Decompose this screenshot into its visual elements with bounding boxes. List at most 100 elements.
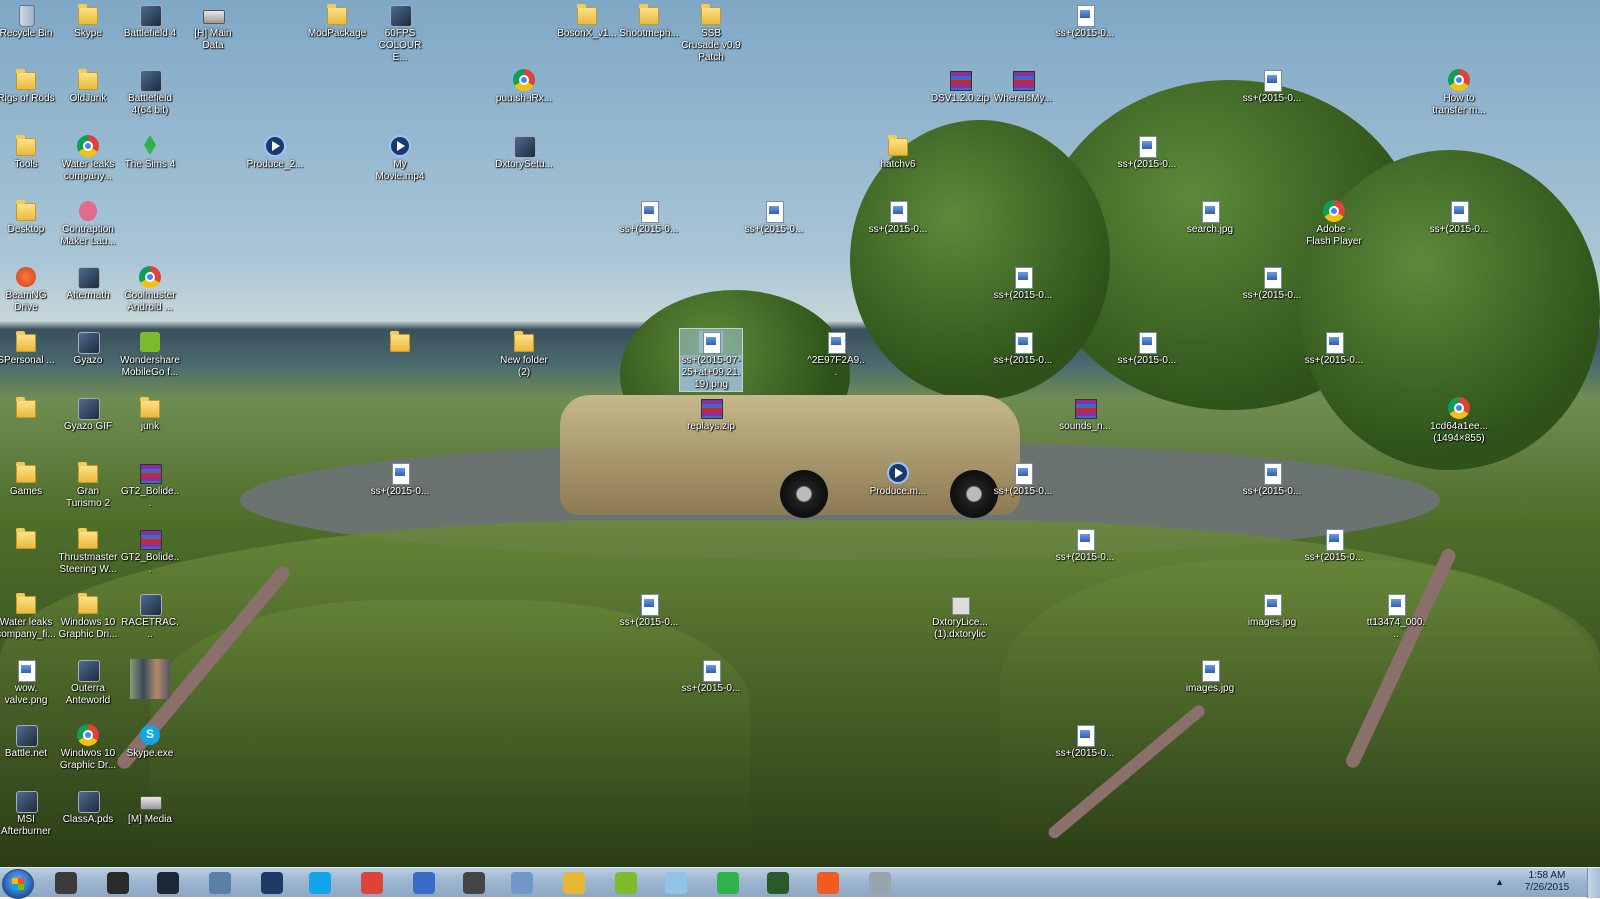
desktop-icon-modpackage[interactable]: ModPackage [306, 2, 368, 40]
desktop-icon-ss-r11-c11[interactable]: ss+(2015-0... [680, 657, 742, 695]
desktop-icon-produce-m[interactable]: Produce.m... [867, 460, 929, 498]
taskbar-button-steam[interactable] [146, 870, 190, 896]
desktop-icon-ss-r4-c10[interactable]: ss+(2015-0... [618, 198, 680, 236]
desktop-icon-blank-folder-2[interactable] [0, 395, 57, 421]
desktop-icon-thumb-image[interactable] [119, 657, 181, 701]
desktop-icon-recycle-bin[interactable]: Recycle Bin [0, 2, 57, 40]
taskbar-button-chrome[interactable] [350, 870, 394, 896]
desktop-icon-my-movie[interactable]: My Movie.mp4 [369, 133, 431, 183]
desktop-icon-outerra[interactable]: Outerra Anteworld [57, 657, 119, 707]
taskbar-button-beamng[interactable] [806, 870, 850, 896]
desktop-icon-images-jpg-2[interactable]: images.jpg [1179, 657, 1241, 695]
desktop-icon-ss-r9-c17[interactable]: ss+(2015-0... [1054, 526, 1116, 564]
desktop-icon-blank-folder-3[interactable] [0, 526, 57, 552]
desktop-icon-ss-r4-c12[interactable]: ss+(2015-0... [743, 198, 805, 236]
desktop-icon-whereismy[interactable]: WhereIsMy... [992, 67, 1054, 105]
taskbar-button-steam-alt[interactable] [44, 870, 88, 896]
desktop-icon-ss-selected[interactable]: ss+(2015-07-25+at+09.21.19).png [679, 328, 743, 392]
desktop-icon-beamng[interactable]: BeamNG Drive [0, 264, 57, 314]
desktop-icon-ss-r6-c16[interactable]: ss+(2015-0... [992, 329, 1054, 367]
desktop-icon-2e97f2a9[interactable]: ^2E97F2A9... [805, 329, 867, 379]
desktop-icon-tt13474[interactable]: tt13474_000... [1365, 591, 1427, 641]
desktop-icon-dsv1[interactable]: DSV1.2.0.zip [929, 67, 991, 105]
desktop-icon-main-data[interactable]: [H] Main Data [182, 2, 244, 52]
taskbar-button-obs[interactable] [96, 870, 140, 896]
desktop-icon-ss-r9-c21[interactable]: ss+(2015-0... [1303, 526, 1365, 564]
desktop-icon-gt2-bolide-2[interactable]: GT2_Bolide... [119, 526, 181, 576]
desktop-icon-aftermath[interactable]: Aftermath [57, 264, 119, 302]
desktop-icon-ss-r5-c16[interactable]: ss+(2015-0... [992, 264, 1054, 302]
taskbar-button-paint[interactable] [654, 870, 698, 896]
desktop-icon-shootmeph[interactable]: Shootmeph... [618, 2, 680, 40]
desktop-icon-skype-exe[interactable]: Skype.exe [119, 722, 181, 760]
desktop-icon-blank-folder[interactable] [369, 329, 431, 355]
desktop-icon-battlefield4[interactable]: Battlefield 4 [119, 2, 181, 40]
desktop-icon-oldjunk[interactable]: OldJunk [57, 67, 119, 105]
desktop-icon-battlefield4-64[interactable]: Battlefield 4(64 bit) [119, 67, 181, 117]
desktop-icon-water-leaks-fi[interactable]: Water leaks company_fi... [0, 591, 57, 641]
desktop-icon-desktop-folder[interactable]: Desktop [0, 198, 57, 236]
desktop-icon-water-leaks-company[interactable]: Water leaks company... [57, 133, 119, 183]
desktop-icon-replays-zip[interactable]: replays.zip [680, 395, 742, 433]
desktop-icon-the-sims-4[interactable]: The Sims 4 [119, 133, 181, 171]
desktop-icon-60fps[interactable]: 60FPS COLOUR E... [369, 2, 431, 64]
start-button[interactable] [2, 869, 34, 899]
taskbar-button-disc[interactable] [858, 870, 902, 896]
desktop-icon-ss-r4-c23[interactable]: ss+(2015-0... [1428, 198, 1490, 236]
desktop-icon-dxtory-ce[interactable]: DxtoryLice... (1).dxtorylic [929, 591, 991, 641]
desktop-icon-ss-r10-c10[interactable]: ss+(2015-0... [618, 591, 680, 629]
desktop-icon-games[interactable]: Games [0, 460, 57, 498]
desktop-icon-ss-r5-c20[interactable]: ss+(2015-0... [1241, 264, 1303, 302]
desktop-icon-coolmuster[interactable]: Coolmuster Android ... [119, 264, 181, 314]
taskbar-button-camera[interactable] [452, 870, 496, 896]
taskbar-button-skype[interactable] [298, 870, 342, 896]
desktop-icon-adobe-flash[interactable]: Adobe - Flash Player [1303, 198, 1365, 248]
desktop-icon-gran-turismo[interactable]: Gran Turismo 2 [57, 460, 119, 510]
taskbar-button-xbox[interactable] [706, 870, 750, 896]
desktop-icon-junk[interactable]: junk [119, 395, 181, 433]
desktop-icon-tools[interactable]: Tools [0, 133, 57, 171]
desktop-icon-contraption-maker[interactable]: Contraption Maker Lau... [57, 198, 119, 248]
desktop-icon-skype-folder[interactable]: Skype [57, 2, 119, 40]
desktop-icon-ss-r3-c18[interactable]: ss+(2015-0... [1116, 133, 1178, 171]
desktop-icon-produce-2[interactable]: Produce_2... [244, 133, 306, 171]
desktop-icon-chrome-1cd64[interactable]: 1cd64a1ee... (1494×855) [1428, 395, 1490, 445]
desktop-icon-gyazo-gif[interactable]: Gyazo GIF [57, 395, 119, 433]
desktop-icon-how-to-transfer[interactable]: How to transfer m... [1428, 67, 1490, 117]
desktop-icon-m-media[interactable]: [M] Media [119, 788, 181, 826]
desktop-icon-wondershare[interactable]: Wondershare MobileGo f... [119, 329, 181, 379]
taskbar-button-task-manager[interactable] [756, 870, 800, 896]
desktop-icon-msi-afterburner[interactable]: MSI Afterburner [0, 788, 57, 838]
desktop-icon-gt2-bolide-1[interactable]: GT2_Bolide... [119, 460, 181, 510]
desktop-icon-ss-r6-c21[interactable]: ss+(2015-0... [1303, 329, 1365, 367]
desktop-icon-windows10-graphic-2[interactable]: Windwos 10 Graphic Dr... [57, 722, 119, 772]
desktop-icon-classa-pds[interactable]: ClassA.pds [57, 788, 119, 826]
desktop-icon-personal[interactable]: SPersonal ... [0, 329, 57, 367]
taskbar-button-explorer[interactable] [552, 870, 596, 896]
desktop-icon-hatchv6[interactable]: hatchv6 [867, 133, 929, 171]
desktop-icon-ss-r12-c17[interactable]: ss+(2015-0... [1054, 722, 1116, 760]
desktop-icon-ss-r2-c20[interactable]: ss+(2015-0... [1241, 67, 1303, 105]
taskbar-clock[interactable]: 1:58 AM 7/26/2015 [1512, 870, 1582, 894]
desktop-icon-new-folder-2[interactable]: New folder (2) [493, 329, 555, 379]
desktop-icon-search-jpg[interactable]: search.jpg [1179, 198, 1241, 236]
taskbar-button-printer[interactable] [198, 870, 242, 896]
taskbar-button-gyazo[interactable] [402, 870, 446, 896]
desktop-icon-bosonx[interactable]: BosonX_v1... [556, 2, 618, 40]
desktop-icon-ss-r8-c16[interactable]: ss+(2015-0... [992, 460, 1054, 498]
desktop-icon-racetrac[interactable]: RACETRAC... [119, 591, 181, 641]
desktop-icon-battle-net[interactable]: Battle.net [0, 722, 57, 760]
desktop-icon-dxtory-setup[interactable]: DxtorySetu... [493, 133, 555, 171]
desktop-icon-ss-r6-c18[interactable]: ss+(2015-0... [1116, 329, 1178, 367]
desktop-icon-ss-r1-c17[interactable]: ss+(2015-0... [1054, 2, 1116, 40]
taskbar-button-media-center[interactable] [250, 870, 294, 896]
desktop-icon-sounds[interactable]: sounds_n... [1054, 395, 1116, 433]
desktop-icon-images-jpg-1[interactable]: images.jpg [1241, 591, 1303, 629]
desktop-icon-wow-valve[interactable]: wow, valve.png [0, 657, 57, 707]
show-desktop-button[interactable] [1587, 868, 1600, 898]
show-hidden-icons-button[interactable]: ▲ [1495, 877, 1504, 887]
desktop-icon-windows10-graphic-1[interactable]: Windows 10 Graphic Dri... [57, 591, 119, 641]
desktop-icon-rigs-of-rods[interactable]: Rigs of Rods [0, 67, 57, 105]
desktop-icon-ss-r4-c14[interactable]: ss+(2015-0... [867, 198, 929, 236]
taskbar-button-control-panel[interactable] [500, 870, 544, 896]
